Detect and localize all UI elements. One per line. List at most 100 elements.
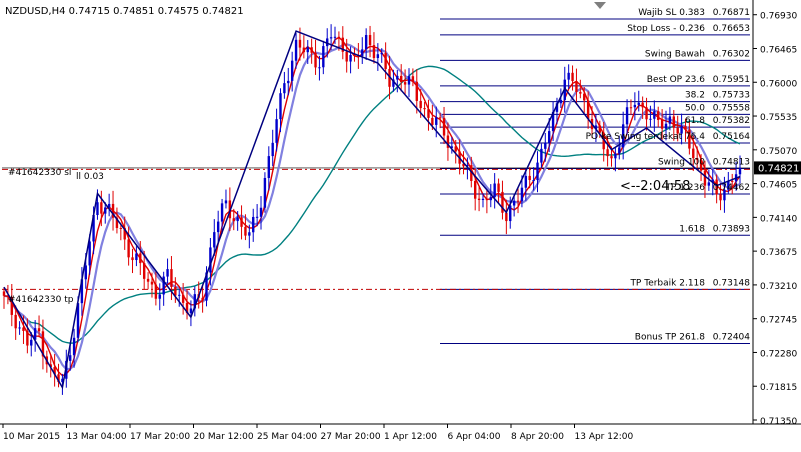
bull-candle-body xyxy=(306,47,309,53)
price-tick-label: 0.71815 xyxy=(760,383,797,393)
bull-candle-body xyxy=(294,39,298,61)
bull-candle-body xyxy=(248,232,251,236)
bear-candle-body xyxy=(314,52,317,68)
bull-candle-body xyxy=(333,36,337,38)
bear-candle-body xyxy=(497,183,500,192)
fib-level-value: 0.75951 xyxy=(713,75,750,85)
bull-candle-body xyxy=(614,153,617,159)
bull-candle-body xyxy=(435,117,438,125)
bear-candle-body xyxy=(384,52,387,69)
bear-candle-body xyxy=(403,82,407,85)
bear-candle-body xyxy=(586,100,590,119)
bull-candle-body xyxy=(30,339,33,346)
bear-candle-body xyxy=(154,284,158,299)
bull-candle-body xyxy=(532,180,535,182)
bear-candle-body xyxy=(345,51,348,62)
bull-candle-body xyxy=(547,131,551,144)
sl-order-label: #41642330 sl xyxy=(8,168,71,178)
bull-candle-body xyxy=(637,102,640,105)
bull-candle-body xyxy=(18,327,21,329)
bear-candle-body xyxy=(579,91,582,94)
time-tick-label: 20 Mar 12:00 xyxy=(194,432,254,442)
bull-candle-body xyxy=(489,197,492,201)
bull-candle-body xyxy=(224,200,228,204)
bull-candle-body xyxy=(559,99,563,104)
bull-candle-body xyxy=(618,147,621,154)
time-tick-label: 1 Apr 12:00 xyxy=(384,432,437,442)
bull-candle-body xyxy=(236,217,239,222)
bear-candle-body xyxy=(438,117,442,119)
bull-candle-body xyxy=(380,52,383,55)
bull-candle-body xyxy=(279,93,282,120)
bear-candle-body xyxy=(672,116,675,128)
bear-candle-body xyxy=(298,39,302,48)
time-tick-label: 6 Apr 04:00 xyxy=(448,432,501,442)
bull-candle-body xyxy=(524,175,528,188)
bear-candle-body xyxy=(139,253,142,264)
bull-candle-body xyxy=(259,207,263,217)
price-tick-label: 0.74605 xyxy=(760,181,797,191)
bull-candle-body xyxy=(329,37,333,39)
bear-candle-body xyxy=(427,109,430,118)
fib-level-label: PO ke Swing terdekat 76.4 xyxy=(586,132,706,142)
bear-candle-body xyxy=(719,194,722,201)
price-tick-label: 0.71350 xyxy=(760,417,797,427)
bull-candle-body xyxy=(216,221,220,233)
bear-candle-body xyxy=(244,226,247,236)
bear-candle-body xyxy=(232,218,235,222)
bull-candle-body xyxy=(290,60,294,81)
bull-candle-body xyxy=(664,123,668,129)
bull-candle-body xyxy=(263,177,267,208)
bear-candle-body xyxy=(606,149,609,157)
chart-window[interactable]: Wajib SL 0.383 0.76871 Stop Loss - 0.236 0.… xyxy=(0,0,801,447)
bear-candle-body xyxy=(419,100,422,109)
bear-candle-body xyxy=(629,107,633,109)
bull-candle-body xyxy=(69,355,72,361)
fib-level-label: TP Terbaik 2.118 xyxy=(629,278,705,288)
fib-level-label: 38.2 xyxy=(685,91,705,101)
bull-candle-body xyxy=(509,205,512,222)
fib-level-value: 0.75733 xyxy=(713,91,750,101)
bull-candle-body xyxy=(267,156,271,178)
bull-candle-body xyxy=(668,116,672,124)
bear-candle-body xyxy=(505,212,508,222)
bull-candle-body xyxy=(189,308,193,314)
price-tick-label: 0.76930 xyxy=(760,12,797,22)
time-tick-label: 27 Mar 20:00 xyxy=(321,432,381,442)
bull-candle-body xyxy=(540,148,543,163)
bull-candle-body xyxy=(178,294,181,296)
current-price-label: 0.74821 xyxy=(758,163,799,174)
bear-candle-body xyxy=(516,200,520,202)
bull-candle-body xyxy=(633,104,637,108)
bull-candle-body xyxy=(536,162,539,181)
price-chart[interactable]: Wajib SL 0.383 0.76871 Stop Loss - 0.236 0.… xyxy=(0,0,801,447)
time-tick-label: 25 Mar 04:00 xyxy=(257,432,317,442)
bear-candle-body xyxy=(368,34,372,46)
fib-level-value: 0.75558 xyxy=(713,103,750,113)
fib-level-label: Swing 100 xyxy=(658,157,705,167)
bull-candle-body xyxy=(275,119,278,143)
bull-candle-body xyxy=(738,167,742,175)
fib-level-value: 0.75164 xyxy=(713,132,750,142)
time-tick-label: 13 Apr 12:00 xyxy=(575,432,634,442)
bull-candle-body xyxy=(220,203,224,222)
bear-candle-body xyxy=(310,47,313,53)
bull-candle-body xyxy=(653,111,656,119)
price-tick-label: 0.73675 xyxy=(760,248,797,258)
bull-candle-body xyxy=(271,142,274,157)
bear-candle-body xyxy=(127,239,130,258)
bull-candle-body xyxy=(166,269,169,277)
price-tick-label: 0.73210 xyxy=(760,282,797,292)
bull-candle-body xyxy=(252,216,255,233)
bull-candle-body xyxy=(407,76,411,85)
bear-candle-body xyxy=(302,47,306,53)
bull-candle-body xyxy=(520,187,524,202)
bear-candle-body xyxy=(610,156,613,159)
bull-candle-body xyxy=(512,200,516,206)
bear-candle-body xyxy=(201,297,204,301)
bear-candle-body xyxy=(431,117,434,125)
price-tick-label: 0.75535 xyxy=(760,113,797,123)
bear-candle-body xyxy=(473,180,477,199)
bull-candle-body xyxy=(96,202,99,216)
bear-candle-body xyxy=(442,117,446,136)
